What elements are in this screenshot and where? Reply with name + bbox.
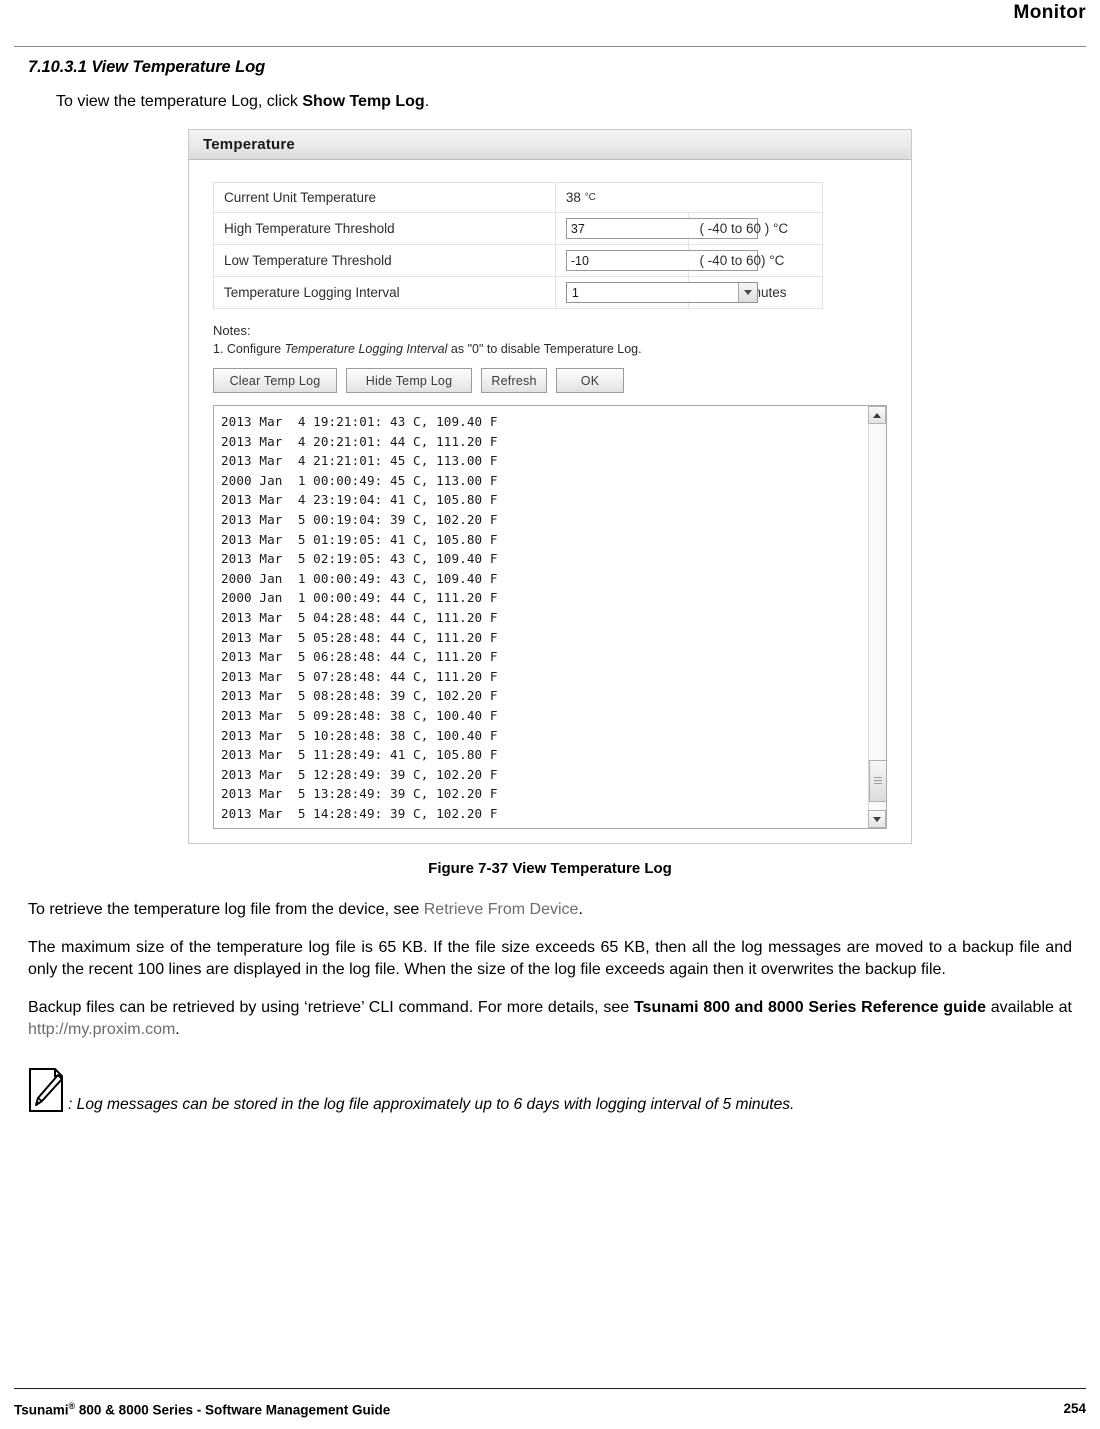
temperature-panel-title: Temperature <box>203 136 295 154</box>
backup-paragraph: Backup files can be retrieved by using ‘… <box>28 997 1072 1041</box>
chevron-down-icon[interactable] <box>737 283 757 303</box>
section-heading: 7.10.3.1 View Temperature Log <box>28 58 266 76</box>
max-size-paragraph: The maximum size of the temperature log … <box>28 939 1072 979</box>
table-row-high-temperature-threshold: High Temperature Threshold ( -40 to 60 )… <box>213 212 823 246</box>
temperature-panel: Temperature Current Unit Temperature 38 … <box>188 129 912 845</box>
notes-item-italic: Temperature Logging Interval <box>284 342 448 357</box>
table-row-current-unit-temperature: Current Unit Temperature 38 °C <box>213 182 824 214</box>
backup-suffix: . <box>175 1021 180 1039</box>
temperature-logging-interval-value: 1 <box>571 285 579 300</box>
table-row-low-temperature-threshold: Low Temperature Threshold ( -40 to 60) °… <box>213 244 823 278</box>
action-button-row: Clear Temp Log Hide Temp Log Refresh OK <box>213 368 899 394</box>
table-row-temperature-logging-interval: Temperature Logging Interval 1 (0-60) Mi… <box>213 276 823 310</box>
temperature-settings-table: Current Unit Temperature 38 °C High Temp… <box>213 182 824 310</box>
reference-guide-title: Tsunami 800 and 8000 Series Reference gu… <box>633 999 986 1017</box>
header-title: Monitor <box>1013 2 1086 23</box>
figure-caption: Figure 7-37 View Temperature Log <box>428 860 672 878</box>
notes-item-suffix: as "0" to disable Temperature Log. <box>447 342 642 357</box>
intro-paragraph: To view the temperature Log, click Show … <box>56 91 1072 113</box>
retrieve-suffix: . <box>578 901 583 919</box>
clear-temp-log-button[interactable]: Clear Temp Log <box>213 368 337 394</box>
retrieve-from-device-link[interactable]: Retrieve From Device <box>424 901 579 918</box>
hide-temp-log-button[interactable]: Hide Temp Log <box>346 368 472 394</box>
cell-high-temperature-threshold-input <box>554 212 758 246</box>
temperature-logging-interval-select[interactable]: 1 <box>565 282 758 304</box>
notes-section: Notes: 1. Configure Temperature Logging … <box>213 323 899 356</box>
temperature-panel-body: Current Unit Temperature 38 °C High Temp… <box>189 160 911 843</box>
retrieve-prefix: To retrieve the temperature log file fro… <box>28 901 424 919</box>
current-temp-value: 38 <box>565 190 581 206</box>
proxim-url-link[interactable]: http://my.proxim.com <box>28 1021 175 1038</box>
refresh-button[interactable]: Refresh <box>481 368 547 394</box>
footer-title: Tsunami® 800 & 8000 Series - Software Ma… <box>14 1401 390 1418</box>
header-divider <box>14 46 1086 47</box>
backup-mid: available at <box>985 999 1073 1017</box>
scrollbar-grip-icon <box>874 777 882 785</box>
figure-temperature-screenshot: Temperature Current Unit Temperature 38 … <box>28 129 1072 845</box>
current-temp-unit: °C <box>584 192 596 204</box>
temperature-panel-titlebar: Temperature <box>189 130 911 161</box>
scrollbar-track[interactable] <box>869 424 886 811</box>
value-current-unit-temperature: 38 °C <box>554 182 824 214</box>
notes-item-prefix: 1. Configure <box>213 342 285 357</box>
log-scrollbar[interactable] <box>868 406 886 829</box>
footer-title-b: 800 & 8000 Series - Software Management … <box>75 1402 391 1417</box>
label-current-unit-temperature: Current Unit Temperature <box>213 182 556 214</box>
label-low-temperature-threshold: Low Temperature Threshold <box>213 244 556 278</box>
footer-page-number: 254 <box>1063 1401 1086 1417</box>
note-callout: : Log messages can be stored in the log … <box>28 1068 1072 1115</box>
intro-suffix: . <box>424 93 430 110</box>
page-footer: Tsunami® 800 & 8000 Series - Software Ma… <box>14 1401 1086 1418</box>
scrollbar-thumb[interactable] <box>869 760 886 803</box>
notes-item-1: 1. Configure Temperature Logging Interva… <box>213 342 899 356</box>
note-text: : Log messages can be stored in the log … <box>68 1096 795 1114</box>
cell-temperature-logging-interval-select: 1 <box>554 276 758 310</box>
backup-prefix: Backup files can be retrieved by using ‘… <box>28 999 634 1017</box>
note-pencil-icon <box>29 1068 63 1113</box>
scroll-down-arrow-icon[interactable] <box>868 810 886 829</box>
page-header: Monitor <box>0 0 1100 46</box>
ok-button[interactable]: OK <box>556 368 624 394</box>
document-content: 7.10.3.1 View Temperature Log To view th… <box>28 58 1072 1116</box>
temperature-log-box: 2013 Mar 4 19:21:01: 43 C, 109.40 F 2013… <box>213 405 887 830</box>
label-high-temperature-threshold: High Temperature Threshold <box>213 212 556 246</box>
label-temperature-logging-interval: Temperature Logging Interval <box>213 276 556 310</box>
cell-low-temperature-threshold-input <box>554 244 758 278</box>
intro-prefix: To view the temperature Log, click <box>56 93 303 110</box>
retrieve-paragraph: To retrieve the temperature log file fro… <box>28 899 1072 921</box>
footer-title-a: Tsunami <box>14 1402 69 1417</box>
scroll-up-arrow-icon[interactable] <box>868 406 886 425</box>
footer-divider <box>14 1388 1086 1389</box>
temperature-log-text[interactable]: 2013 Mar 4 19:21:01: 43 C, 109.40 F 2013… <box>214 406 868 828</box>
show-temp-log-label: Show Temp Log <box>302 93 425 110</box>
notes-title: Notes: <box>213 323 251 339</box>
